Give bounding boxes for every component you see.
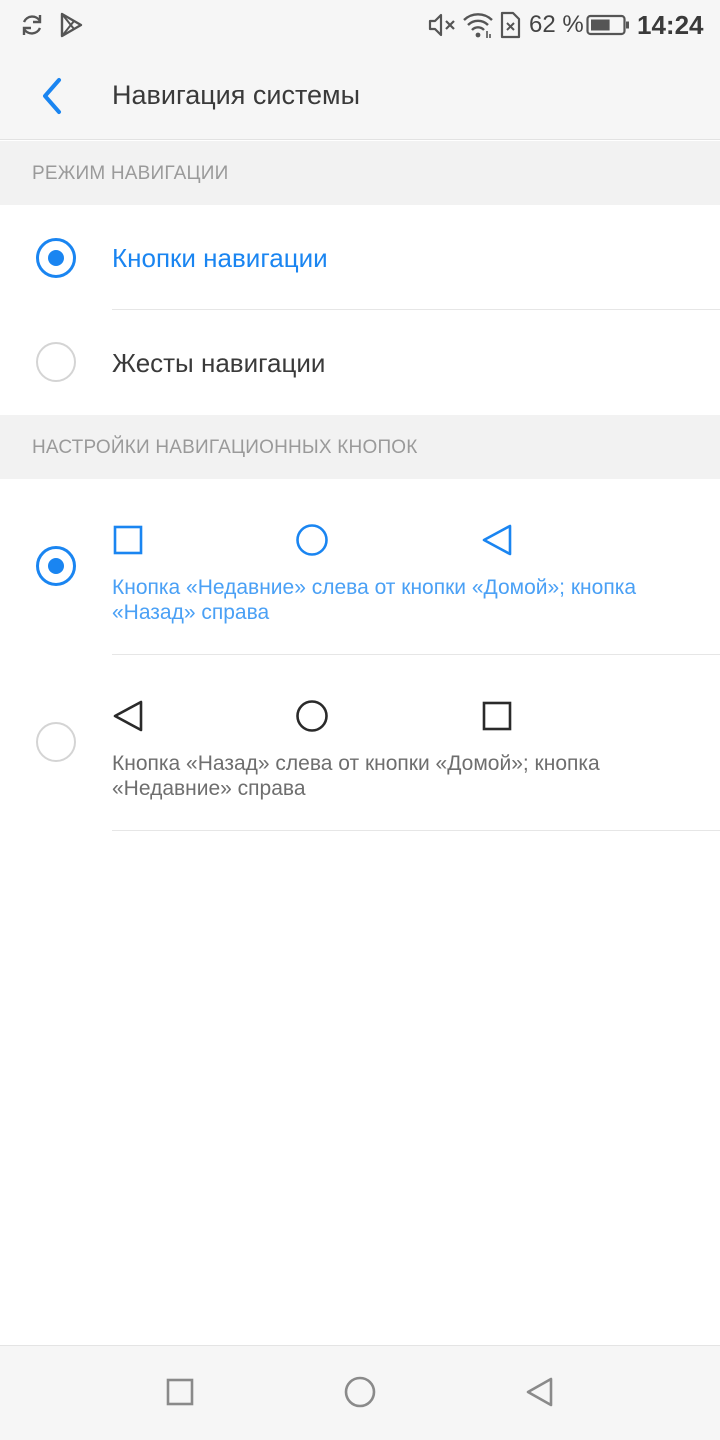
radio-button[interactable] — [36, 342, 76, 382]
triangle-left-icon — [482, 524, 512, 556]
divider — [112, 830, 720, 831]
square-icon — [113, 525, 143, 555]
back-button[interactable] — [24, 68, 80, 124]
option-description: Кнопка «Назад» слева от кнопки «Домой»; … — [112, 752, 600, 800]
status-bar: 62 % 14:24 — [0, 0, 720, 50]
mute-icon — [427, 10, 457, 40]
home-circle-icon — [344, 1376, 376, 1408]
circle-icon — [296, 700, 328, 732]
triangle-left-icon — [113, 700, 143, 732]
option-description: Кнопка «Недавние» слева от кнопки «Домой… — [112, 576, 637, 624]
section-header-button-settings: НАСТРОЙКИ НАВИГАЦИОННЫХ КНОПОК — [0, 415, 720, 479]
back-nav-button[interactable] — [518, 1370, 562, 1414]
play-store-icon — [58, 10, 84, 40]
clock: 14:24 — [637, 10, 704, 40]
section-title: НАСТРОЙКИ НАВИГАЦИОННЫХ КНОПОК — [32, 437, 418, 458]
section-header-navigation-mode: РЕЖИМ НАВИГАЦИИ — [0, 141, 720, 205]
system-navigation-bar — [0, 1345, 720, 1440]
recents-square-icon — [166, 1378, 194, 1406]
battery-icon — [586, 10, 630, 40]
option-label: Жесты навигации — [112, 348, 326, 378]
sync-icon — [18, 10, 46, 40]
section-title: РЕЖИМ НАВИГАЦИИ — [32, 163, 229, 184]
divider — [112, 309, 720, 310]
recents-button[interactable] — [158, 1370, 202, 1414]
no-sim-icon — [498, 10, 522, 40]
back-triangle-icon — [526, 1377, 553, 1407]
option-label: Кнопки навигации — [112, 243, 328, 273]
app-bar: Навигация системы — [0, 50, 720, 140]
battery-percent: 62 % — [529, 11, 584, 38]
radio-button[interactable] — [36, 722, 76, 762]
chevron-left-icon — [43, 78, 61, 114]
radio-button-selected[interactable] — [36, 238, 76, 278]
home-button[interactable] — [338, 1370, 382, 1414]
divider — [112, 654, 720, 655]
square-icon — [482, 701, 512, 731]
radio-button-selected[interactable] — [36, 546, 76, 586]
wifi-icon — [462, 10, 494, 40]
circle-icon — [296, 524, 328, 556]
page-title: Навигация системы — [112, 80, 361, 110]
